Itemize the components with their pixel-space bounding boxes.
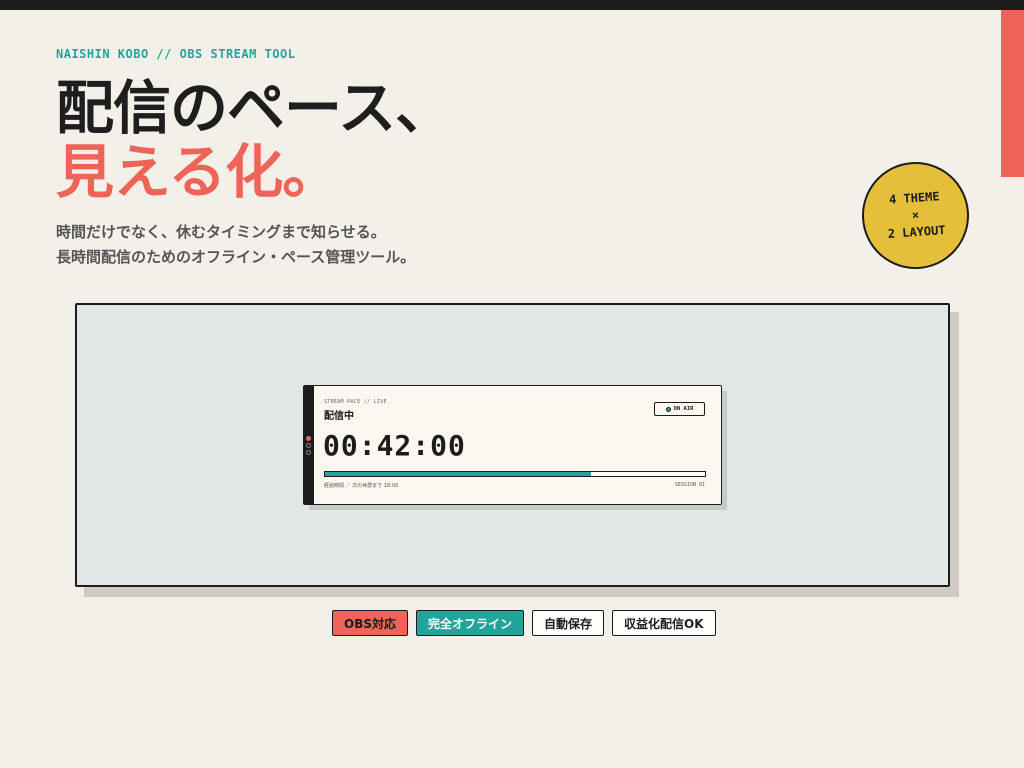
top-bar	[0, 0, 1024, 10]
rail-dot-icon	[306, 443, 311, 448]
on-air-label: ON AIR	[673, 406, 694, 412]
progress-bar	[324, 471, 706, 477]
widget-footer-left: 経過時間 ／ 次の休憩まで 18:00	[324, 483, 399, 489]
theme-layout-badge: 4 THEME × 2 LAYOUT	[858, 158, 973, 273]
tag-autosave: 自動保存	[532, 610, 605, 636]
on-air-dot-icon	[665, 406, 671, 412]
session-label: SESSION 01	[674, 482, 705, 488]
badge-line-1: 4 THEME	[888, 189, 940, 207]
widget-label: STREAM PACE // LIVE	[324, 399, 387, 405]
on-air-indicator: ON AIR	[654, 402, 705, 416]
widget-title: 配信中	[324, 411, 354, 422]
widget-rail	[304, 386, 314, 504]
headline-line-1: 配信のペース、	[56, 74, 453, 142]
badge-line-3: 2 LAYOUT	[887, 222, 946, 241]
headline-line-2: 見える化。	[56, 138, 340, 206]
rail-dot-active-icon	[306, 436, 311, 441]
side-accent-stripe	[1001, 10, 1024, 177]
tag-offline: 完全オフライン	[416, 610, 525, 636]
subtitle-line-1: 時間だけでなく、休むタイミングまで知らせる。	[56, 223, 386, 241]
subtitle: 時間だけでなく、休むタイミングまで知らせる。 長時間配信のためのオフライン・ペー…	[56, 220, 415, 270]
elapsed-timer: 00:42:00	[323, 429, 466, 462]
tag-obs: OBS対応	[332, 610, 408, 636]
badge-line-2: ×	[911, 207, 920, 223]
tag-monetization: 収益化配信OK	[612, 610, 716, 636]
progress-bar-fill	[325, 472, 591, 476]
feature-tags: OBS対応 完全オフライン 自動保存 収益化配信OK	[332, 610, 716, 636]
eyebrow-label: NAISHIN KOBO // OBS STREAM TOOL	[56, 47, 296, 61]
rail-dot-icon	[306, 450, 311, 455]
subtitle-line-2: 長時間配信のためのオフライン・ペース管理ツール。	[56, 248, 416, 266]
headline: 配信のペース、 見える化。	[56, 74, 453, 206]
stream-pace-widget: STREAM PACE // LIVE 配信中 ON AIR 00:42:00 …	[303, 385, 722, 505]
